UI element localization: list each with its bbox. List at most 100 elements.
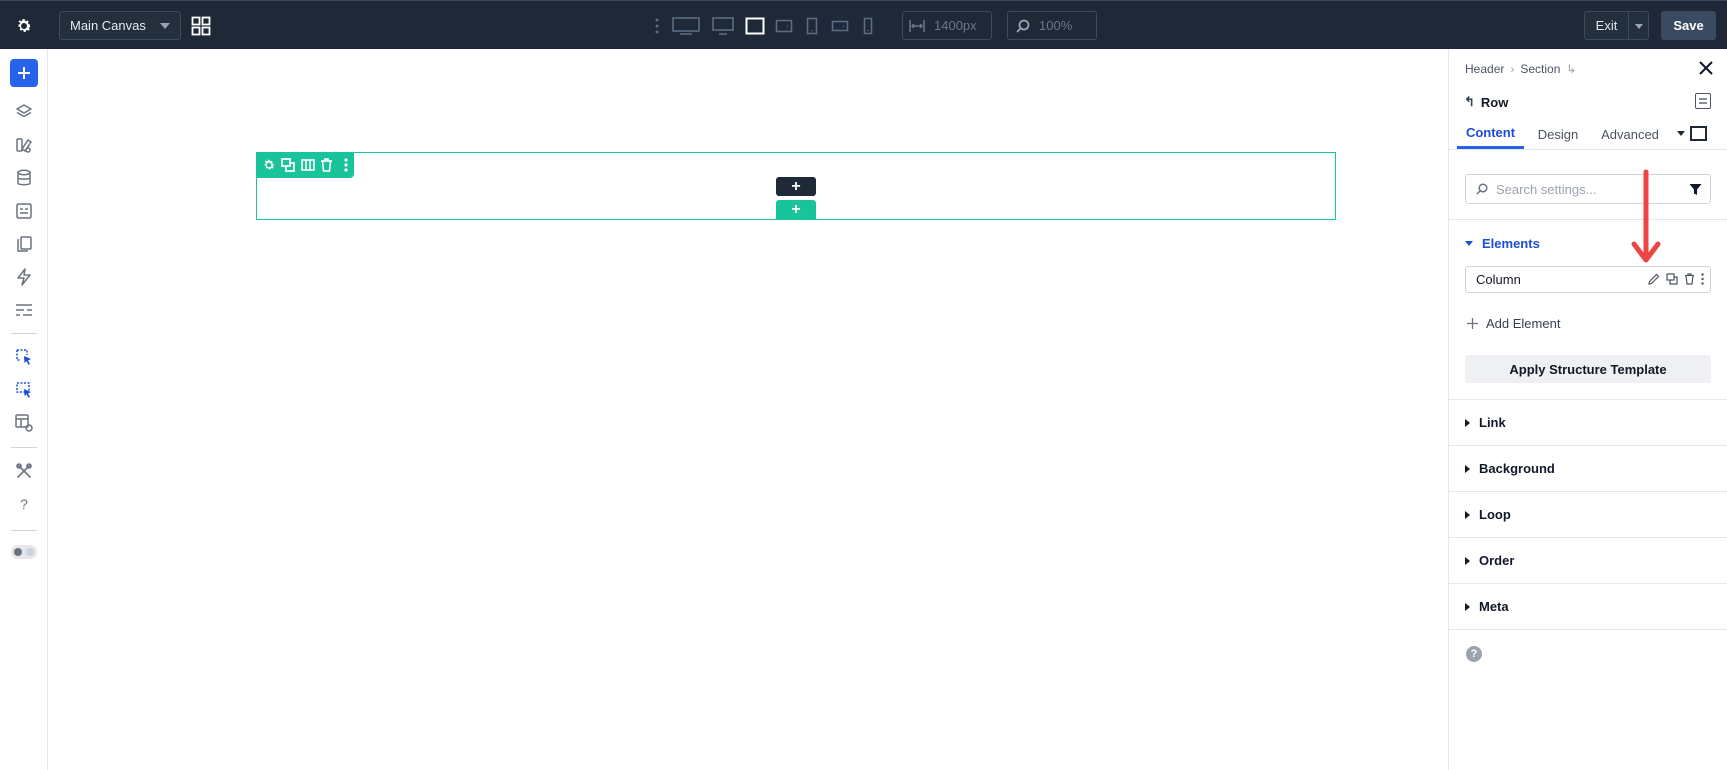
form-icon[interactable] [14,201,34,221]
caret-right-icon [1465,556,1470,565]
canvas-width-field[interactable]: 1400px [902,11,992,40]
database-icon[interactable] [14,168,34,188]
settings-panel: Header › Section ↳ ↰ Row Content Design … [1448,49,1727,770]
more-vertical-icon[interactable] [648,14,666,38]
annotation-arrow [1631,169,1661,263]
section-label: Order [1479,553,1515,568]
template-gear-icon[interactable] [14,413,34,433]
more-vertical-icon[interactable] [1701,273,1704,288]
breadcrumb: Header › Section ↳ [1465,62,1576,76]
chevron-down-icon [160,23,170,29]
trash-icon[interactable] [1684,273,1695,288]
section-label: Background [1479,461,1555,476]
layers-icon[interactable] [14,102,34,122]
tablet-portrait-icon[interactable] [798,14,826,38]
settings-list-icon[interactable] [14,300,34,320]
divider [1449,149,1727,150]
section-loop[interactable]: Loop [1465,507,1511,522]
divider [1449,445,1727,446]
canvas-select[interactable]: Main Canvas [59,11,181,40]
device-switcher [648,14,882,38]
settings-gear-icon[interactable] [10,13,38,39]
theme-toggle[interactable] [11,545,37,559]
close-icon[interactable] [1699,61,1715,77]
caret-right-icon [1465,418,1470,427]
list-item[interactable]: Column [1465,266,1711,293]
section-label: Meta [1479,599,1509,614]
toggle-settings-icon[interactable] [1695,93,1711,109]
chevron-down-icon[interactable] [1677,131,1685,136]
duplicate-icon[interactable] [1666,273,1678,288]
breadcrumb-item[interactable]: Header [1465,62,1504,76]
section-background[interactable]: Background [1465,461,1555,476]
desktop-icon[interactable] [706,14,740,38]
help-icon[interactable]: ? [1466,646,1482,662]
section-meta[interactable]: Meta [1465,599,1509,614]
duplicate-icon[interactable] [280,157,296,173]
divider [1449,629,1727,630]
apply-structure-template-button[interactable]: Apply Structure Template [1465,355,1711,383]
main-canvas[interactable]: + + [48,49,1448,770]
section-label: Link [1479,415,1506,430]
plus-icon [1467,318,1478,329]
add-below-button[interactable]: + [776,200,816,219]
phone-landscape-icon[interactable] [826,14,854,38]
back-arrow-icon[interactable]: ↰ [1464,94,1475,110]
select-cursor-icon[interactable] [14,347,34,367]
caret-right-icon [1465,464,1470,473]
save-button[interactable]: Save [1661,11,1716,40]
divider [11,530,37,531]
trash-icon[interactable] [319,157,334,173]
zoom-icon [1016,19,1030,33]
add-inside-button[interactable]: + [776,177,816,196]
pages-icon[interactable] [14,234,34,254]
tab-design[interactable]: Design [1527,119,1589,149]
tablet-landscape-icon[interactable] [770,14,798,38]
zoom-value: 100% [1039,18,1073,33]
add-element-button[interactable] [10,59,38,87]
exit-dropdown-button[interactable] [1629,11,1649,40]
element-actions [1648,273,1704,288]
search-placeholder: Search settings... [1496,181,1597,197]
caret-down-icon [1465,241,1473,246]
section-link[interactable]: Link [1465,415,1506,430]
width-arrows-icon [909,19,925,32]
select-multi-icon[interactable] [14,380,34,400]
gear-icon[interactable] [261,157,276,173]
tab-advanced[interactable]: Advanced [1593,119,1667,149]
search-icon [1476,183,1488,195]
panel-tabs: Content Design Advanced [1457,119,1727,149]
caret-right-icon [1465,510,1470,519]
zoom-field[interactable]: 100% [1007,11,1097,40]
filter-icon[interactable] [1689,183,1702,196]
breadcrumb-item[interactable]: Section [1520,62,1560,76]
panel-title-text: Row [1480,94,1509,110]
add-element-link[interactable]: Add Element [1467,316,1560,331]
section-label: Loop [1479,507,1511,522]
panel-title: ↰ Row [1464,94,1508,110]
divider [1449,583,1727,584]
breakpoint-square-icon[interactable] [1690,126,1707,141]
paint-icon[interactable] [14,135,34,155]
divider [11,447,37,448]
columns-icon[interactable] [300,157,315,173]
exit-button[interactable]: Exit [1584,11,1629,40]
edit-pencil-icon[interactable] [1648,273,1660,288]
tools-icon[interactable] [14,461,34,481]
tab-content[interactable]: Content [1457,119,1524,149]
chevron-right-icon: › [1510,62,1515,76]
row-toolbar [256,152,354,178]
grid-icon[interactable] [191,16,211,36]
laptop-icon-active[interactable] [740,14,770,38]
search-input[interactable]: Search settings... [1465,174,1711,204]
more-vertical-icon[interactable] [339,157,354,173]
elements-heading: Elements [1482,236,1540,251]
help-question-icon[interactable]: ? [14,494,34,514]
phone-portrait-icon[interactable] [854,14,882,38]
desktop-wide-icon[interactable] [666,14,706,38]
section-order[interactable]: Order [1465,553,1514,568]
top-bar: Main Canvas 1400px 100% Exit Save [0,0,1727,49]
elements-section-header[interactable]: Elements [1465,236,1540,251]
lightning-icon[interactable] [14,267,34,287]
divider [1449,219,1727,220]
